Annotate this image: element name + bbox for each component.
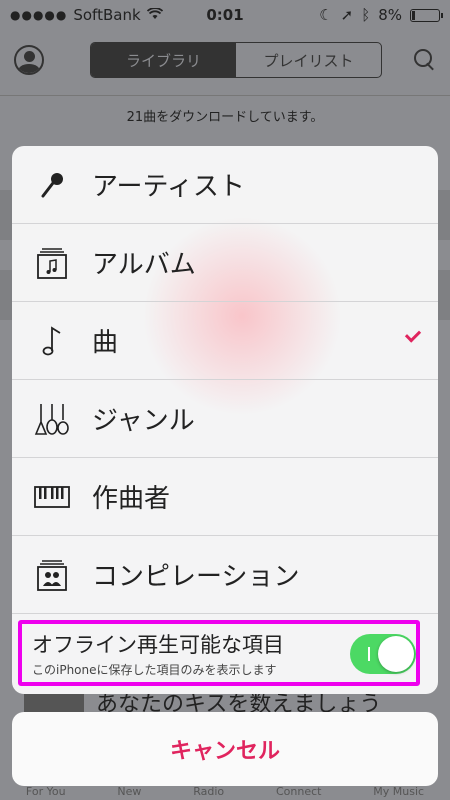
download-status-text: 21曲をダウンロードしています。 [0, 95, 450, 135]
option-album[interactable]: アルバム [12, 224, 438, 302]
tab-for-you[interactable]: For You [26, 785, 66, 798]
offline-toggle[interactable] [350, 634, 416, 674]
location-icon: ➚ [340, 6, 354, 24]
tab-library[interactable]: ライブラリ [91, 43, 236, 77]
option-genre[interactable]: ジャンル [12, 380, 438, 458]
status-bar: ●●●●● SoftBank 0:01 ☾ ➚ ᛒ 8% [0, 0, 450, 30]
tab-connect[interactable]: Connect [276, 785, 321, 798]
battery-icon [410, 8, 443, 22]
compilation-icon [12, 559, 92, 591]
option-label: コンピレーション [92, 562, 300, 592]
option-label: 曲 [92, 328, 119, 358]
signal-icon: ●●●●● [10, 8, 68, 22]
background-song-row: あなたのキスを数えましょう [12, 694, 438, 714]
cancel-button[interactable]: キャンセル [12, 712, 438, 786]
bluetooth-icon: ᛒ [361, 6, 371, 24]
option-composer[interactable]: 作曲者 [12, 458, 438, 536]
moon-icon: ☾ [319, 6, 333, 24]
tab-radio[interactable]: Radio [193, 785, 224, 798]
status-time: 0:01 [206, 6, 244, 24]
account-avatar-icon[interactable] [14, 45, 44, 75]
option-compilation[interactable]: コンピレーション [12, 536, 438, 614]
library-playlist-segmented-control: ライブラリ プレイリスト [90, 42, 382, 78]
tab-new[interactable]: New [117, 785, 141, 798]
toggle-knob [378, 636, 414, 672]
music-note-icon [12, 325, 92, 357]
background-song-title: あなたのキスを数えましょう [96, 694, 382, 714]
offline-available-row[interactable]: オフライン再生可能な項目 このiPhoneに保存した項目のみを表示します [12, 614, 438, 692]
sort-options-sheet: アーティスト アルバム 曲 ジャンル 作曲者 コンピレーション オフライン再生可… [12, 146, 438, 694]
checkmark-icon [404, 326, 422, 343]
tab-my-music[interactable]: My Music [373, 785, 424, 798]
option-label: 作曲者 [92, 484, 171, 514]
nav-bar: ライブラリ プレイリスト [0, 30, 450, 90]
search-icon[interactable] [414, 49, 436, 71]
option-label: ジャンル [92, 406, 195, 436]
album-thumbnail [24, 694, 84, 714]
option-label: アルバム [92, 250, 196, 280]
piano-icon [12, 485, 92, 508]
tab-playlist[interactable]: プレイリスト [236, 43, 381, 77]
instruments-icon [12, 402, 92, 436]
option-label: アーティスト [92, 172, 245, 202]
wifi-icon [146, 6, 163, 24]
battery-percent: 8% [378, 6, 402, 24]
microphone-icon [12, 170, 92, 200]
album-icon [12, 247, 92, 279]
option-artist[interactable]: アーティスト [12, 146, 438, 224]
option-songs[interactable]: 曲 [12, 302, 438, 380]
carrier-label: SoftBank [73, 6, 141, 24]
